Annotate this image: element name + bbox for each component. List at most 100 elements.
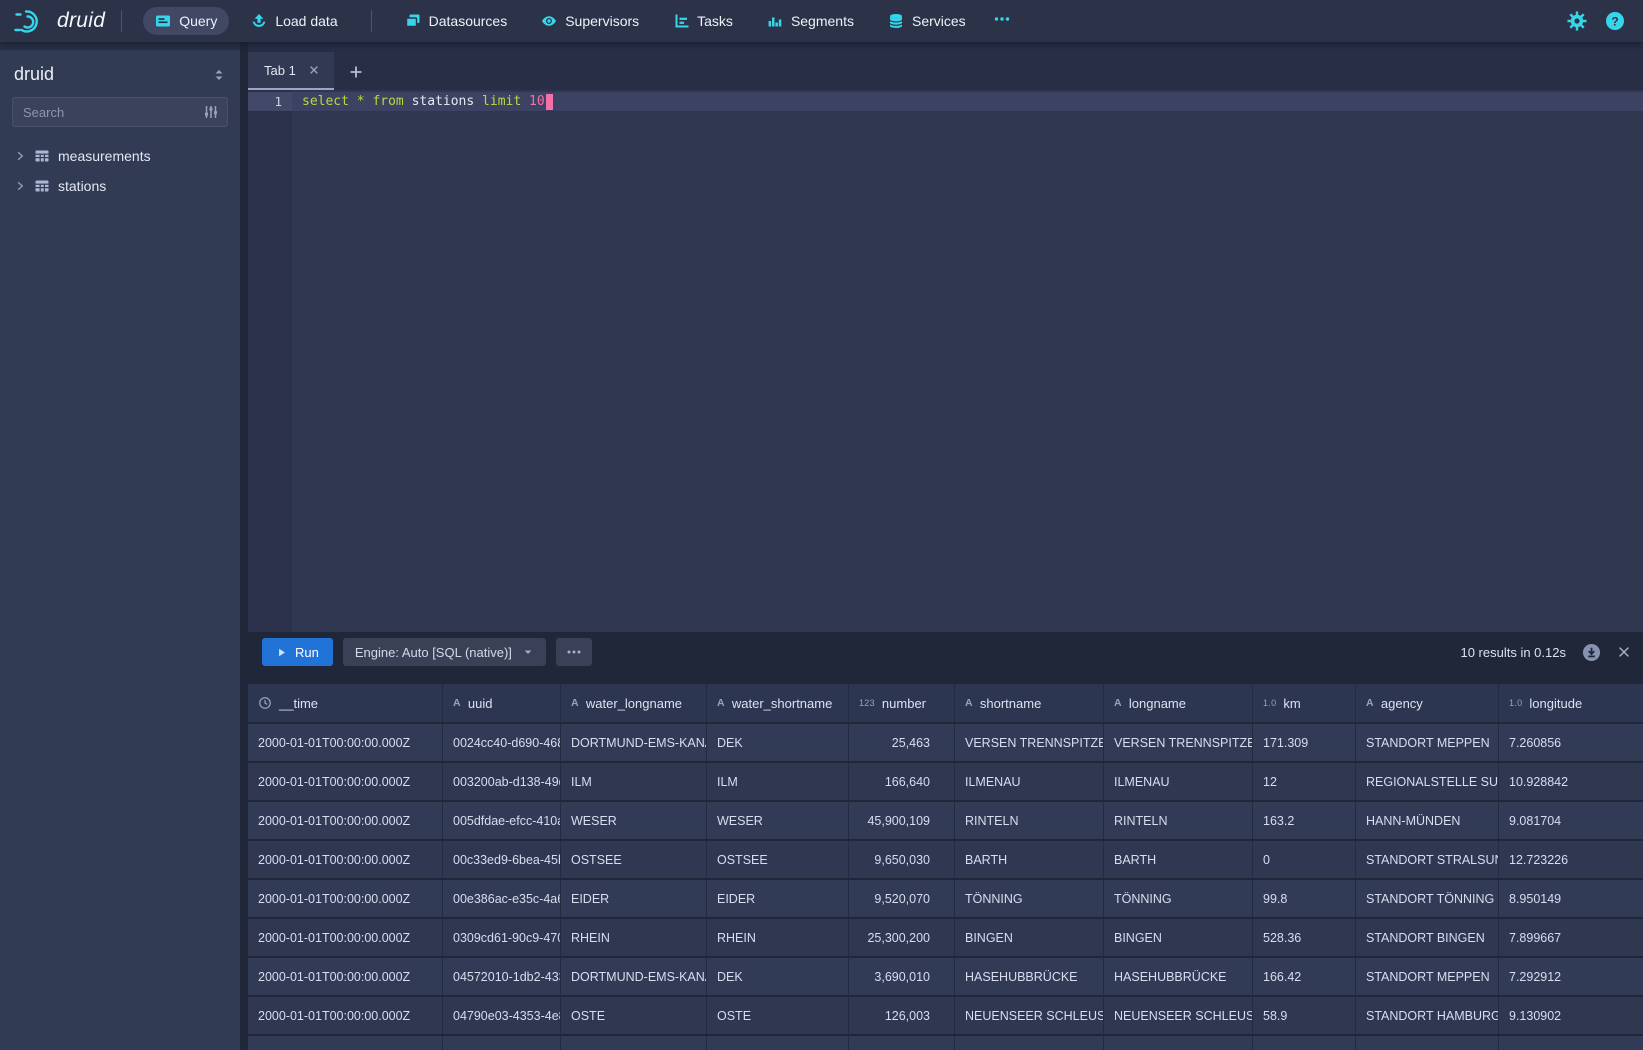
cell-number[interactable]: 9,520,070 bbox=[849, 880, 955, 917]
close-icon[interactable] bbox=[308, 64, 320, 76]
cell-shortname[interactable] bbox=[955, 1036, 1104, 1050]
cell-water-shortname[interactable]: OSTSEE bbox=[707, 841, 849, 878]
cell-longname[interactable]: BINGEN bbox=[1104, 919, 1253, 956]
cell-km[interactable]: 528.36 bbox=[1253, 919, 1356, 956]
cell--time[interactable]: 2000-01-01T00:00:00.000Z bbox=[248, 724, 443, 761]
cell-longname[interactable]: TÖNNING bbox=[1104, 880, 1253, 917]
cell--time[interactable]: 2000-01-01T00:00:00.000Z bbox=[248, 802, 443, 839]
cell--time[interactable]: 2000-01-01T00:00:00.000Z bbox=[248, 997, 443, 1034]
column-header-water-shortname[interactable]: Awater_shortname bbox=[707, 684, 849, 722]
cell-km[interactable] bbox=[1253, 1036, 1356, 1050]
cell-water-longname[interactable]: EIDER bbox=[561, 880, 707, 917]
plus-icon[interactable] bbox=[348, 64, 364, 80]
cell-longname[interactable]: ILMENAU bbox=[1104, 763, 1253, 800]
search-input[interactable] bbox=[23, 105, 203, 120]
sliders-icon[interactable] bbox=[203, 104, 219, 120]
cell-number[interactable] bbox=[849, 1036, 955, 1050]
cell-agency[interactable]: STANDORT STRALSUND bbox=[1356, 841, 1499, 878]
cell-number[interactable]: 25,463 bbox=[849, 724, 955, 761]
cell-uuid[interactable]: 04790e03-4353-4e80-be bbox=[443, 997, 561, 1034]
engine-select[interactable]: Engine: Auto [SQL (native)] bbox=[343, 638, 546, 666]
cell-shortname[interactable]: NEUENSEER SCHLEUSEN bbox=[955, 997, 1104, 1034]
cell-uuid[interactable]: 00c33ed9-6bea-45b4-87 bbox=[443, 841, 561, 878]
column-header-km[interactable]: 1.0km bbox=[1253, 684, 1356, 722]
cell-km[interactable]: 58.9 bbox=[1253, 997, 1356, 1034]
cell--time[interactable] bbox=[248, 1036, 443, 1050]
tree-item-measurements[interactable]: measurements bbox=[0, 141, 240, 171]
cell--time[interactable]: 2000-01-01T00:00:00.000Z bbox=[248, 919, 443, 956]
cell-longname[interactable] bbox=[1104, 1036, 1253, 1050]
close-results-icon[interactable] bbox=[1617, 645, 1631, 659]
cell--time[interactable]: 2000-01-01T00:00:00.000Z bbox=[248, 841, 443, 878]
cell-km[interactable]: 12 bbox=[1253, 763, 1356, 800]
cell-longname[interactable]: BARTH bbox=[1104, 841, 1253, 878]
nav-item-supervisors[interactable]: Supervisors bbox=[529, 7, 651, 35]
cell-water-shortname[interactable]: OSTE bbox=[707, 997, 849, 1034]
nav-item-query[interactable]: Query bbox=[143, 7, 229, 35]
cell-number[interactable]: 45,900,109 bbox=[849, 802, 955, 839]
nav-more-button[interactable] bbox=[983, 5, 1021, 38]
cell-agency[interactable]: STANDORT BINGEN bbox=[1356, 919, 1499, 956]
query-more-button[interactable] bbox=[556, 638, 592, 666]
cell-shortname[interactable]: BINGEN bbox=[955, 919, 1104, 956]
cell-water-longname[interactable]: OSTSEE bbox=[561, 841, 707, 878]
run-button[interactable]: Run bbox=[262, 638, 333, 666]
cell-longname[interactable]: HASEHUBBRÜCKE bbox=[1104, 958, 1253, 995]
cell-water-shortname[interactable] bbox=[707, 1036, 849, 1050]
column-header-water-longname[interactable]: Awater_longname bbox=[561, 684, 707, 722]
cell-uuid[interactable] bbox=[443, 1036, 561, 1050]
cell-water-longname[interactable]: OSTE bbox=[561, 997, 707, 1034]
cell-uuid[interactable]: 0309cd61-90c9-470e-99 bbox=[443, 919, 561, 956]
cell-agency[interactable]: STANDORT MEPPEN bbox=[1356, 958, 1499, 995]
cell-agency[interactable]: STANDORT HAMBURG bbox=[1356, 997, 1499, 1034]
cell-km[interactable]: 171.309 bbox=[1253, 724, 1356, 761]
column-header-longname[interactable]: Alongname bbox=[1104, 684, 1253, 722]
cell-agency[interactable]: STANDORT MEPPEN bbox=[1356, 724, 1499, 761]
column-header-longitude[interactable]: 1.0longitude bbox=[1499, 684, 1643, 722]
cell-water-longname[interactable]: RHEIN bbox=[561, 919, 707, 956]
cell-longname[interactable]: NEUENSEER SCHLEUSEN bbox=[1104, 997, 1253, 1034]
cell-longitude[interactable]: 7.292912 bbox=[1499, 958, 1643, 995]
cell-km[interactable]: 0 bbox=[1253, 841, 1356, 878]
nav-item-tasks[interactable]: Tasks bbox=[661, 7, 745, 35]
sql-editor[interactable]: 1 select * from stations limit 10 bbox=[248, 90, 1643, 632]
cell-agency[interactable] bbox=[1356, 1036, 1499, 1050]
cell-km[interactable]: 166.42 bbox=[1253, 958, 1356, 995]
cell-uuid[interactable]: 0024cc40-d690-468d-84 bbox=[443, 724, 561, 761]
cell-water-shortname[interactable]: DEK bbox=[707, 724, 849, 761]
cell-shortname[interactable]: HASEHUBBRÜCKE bbox=[955, 958, 1104, 995]
download-icon[interactable] bbox=[1582, 643, 1601, 662]
cell-uuid[interactable]: 04572010-1db2-4338-85 bbox=[443, 958, 561, 995]
cell-longitude[interactable]: 8.950149 bbox=[1499, 880, 1643, 917]
cell-water-longname[interactable]: ILM bbox=[561, 763, 707, 800]
cell-longitude[interactable]: 7.899667 bbox=[1499, 919, 1643, 956]
cell-longitude[interactable]: 10.928842 bbox=[1499, 763, 1643, 800]
cell-agency[interactable]: REGIONALSTELLE SUHL bbox=[1356, 763, 1499, 800]
cell-shortname[interactable]: ILMENAU bbox=[955, 763, 1104, 800]
cell-number[interactable]: 3,690,010 bbox=[849, 958, 955, 995]
cell-longitude[interactable]: 12.723226 bbox=[1499, 841, 1643, 878]
cell-longitude[interactable] bbox=[1499, 1036, 1643, 1050]
tree-item-stations[interactable]: stations bbox=[0, 171, 240, 201]
cell-agency[interactable]: STANDORT TÖNNING bbox=[1356, 880, 1499, 917]
cell--time[interactable]: 2000-01-01T00:00:00.000Z bbox=[248, 763, 443, 800]
cell-longitude[interactable]: 7.260856 bbox=[1499, 724, 1643, 761]
cell-water-shortname[interactable]: DEK bbox=[707, 958, 849, 995]
cell-water-shortname[interactable]: RHEIN bbox=[707, 919, 849, 956]
column-header-uuid[interactable]: Auuid bbox=[443, 684, 561, 722]
cell-number[interactable]: 25,300,200 bbox=[849, 919, 955, 956]
cell-shortname[interactable]: TÖNNING bbox=[955, 880, 1104, 917]
cell-km[interactable]: 163.2 bbox=[1253, 802, 1356, 839]
tab-tab1[interactable]: Tab 1 bbox=[248, 52, 334, 90]
cell--time[interactable]: 2000-01-01T00:00:00.000Z bbox=[248, 958, 443, 995]
cell-longitude[interactable]: 9.130902 bbox=[1499, 997, 1643, 1034]
cell-uuid[interactable]: 005dfdae-efcc-410a-bf1 bbox=[443, 802, 561, 839]
cell-longname[interactable]: RINTELN bbox=[1104, 802, 1253, 839]
column-header-shortname[interactable]: Ashortname bbox=[955, 684, 1104, 722]
column-header-agency[interactable]: Aagency bbox=[1356, 684, 1499, 722]
cell-uuid[interactable]: 003200ab-d138-49d9-aa bbox=[443, 763, 561, 800]
druid-brand[interactable]: druid bbox=[14, 7, 105, 35]
cell-longname[interactable]: VERSEN TRENNSPITZE bbox=[1104, 724, 1253, 761]
cell-longitude[interactable]: 9.081704 bbox=[1499, 802, 1643, 839]
cell-shortname[interactable]: RINTELN bbox=[955, 802, 1104, 839]
